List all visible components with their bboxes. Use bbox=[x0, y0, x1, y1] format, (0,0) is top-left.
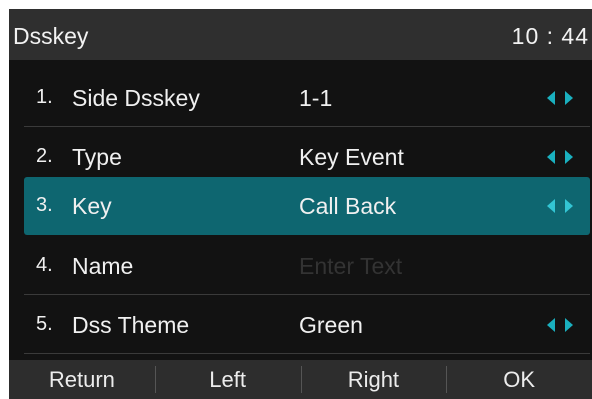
item-number: 2. bbox=[36, 145, 53, 167]
item-number: 4. bbox=[36, 254, 53, 276]
option-arrows[interactable] bbox=[547, 150, 573, 166]
arrow-left-icon[interactable] bbox=[547, 318, 555, 332]
arrow-right-icon[interactable] bbox=[565, 91, 573, 105]
softkey-bar: Return Left Right OK bbox=[9, 360, 592, 399]
divider bbox=[24, 294, 590, 295]
menu-item-name[interactable]: 4. Name Enter Text bbox=[24, 237, 590, 295]
arrow-right-icon[interactable] bbox=[565, 150, 573, 164]
item-label: Type bbox=[72, 144, 122, 170]
item-label: Key bbox=[72, 193, 112, 219]
item-value[interactable]: Call Back bbox=[299, 193, 396, 220]
item-value[interactable]: 1-1 bbox=[299, 85, 332, 112]
item-number: 5. bbox=[36, 313, 53, 335]
menu-item-dss-theme[interactable]: 5. Dss Theme Green bbox=[24, 296, 590, 354]
menu-item-side-dsskey[interactable]: 1. Side Dsskey 1-1 bbox=[24, 69, 590, 127]
left-button[interactable]: Left bbox=[154, 360, 301, 399]
menu-item-key[interactable]: 3. Key Call Back bbox=[24, 177, 590, 235]
item-value[interactable]: Green bbox=[299, 312, 363, 339]
item-label: Name bbox=[72, 253, 134, 279]
arrow-right-icon[interactable] bbox=[565, 199, 573, 213]
arrow-left-icon[interactable] bbox=[547, 150, 555, 164]
right-button[interactable]: Right bbox=[300, 360, 447, 399]
option-arrows[interactable] bbox=[547, 91, 573, 107]
arrow-left-icon[interactable] bbox=[547, 199, 555, 213]
divider bbox=[24, 126, 590, 127]
return-button[interactable]: Return bbox=[9, 360, 155, 399]
option-arrows[interactable] bbox=[547, 199, 573, 215]
item-label: Side Dsskey bbox=[72, 85, 200, 111]
ok-button[interactable]: OK bbox=[446, 360, 592, 399]
item-number: 1. bbox=[36, 86, 53, 108]
arrow-right-icon[interactable] bbox=[565, 318, 573, 332]
divider bbox=[24, 353, 590, 354]
phone-screen: Dsskey 10 : 44 1. Side Dsskey 1-1 2. Typ… bbox=[9, 9, 592, 399]
name-input[interactable]: Enter Text bbox=[299, 253, 402, 280]
option-arrows[interactable] bbox=[547, 318, 573, 334]
title-bar: Dsskey 10 : 44 bbox=[9, 9, 592, 60]
page-title: Dsskey bbox=[13, 23, 89, 49]
item-label: Dss Theme bbox=[72, 312, 190, 338]
item-value[interactable]: Key Event bbox=[299, 144, 404, 171]
item-number: 3. bbox=[36, 194, 53, 216]
arrow-left-icon[interactable] bbox=[547, 91, 555, 105]
clock: 10 : 44 bbox=[511, 23, 589, 49]
